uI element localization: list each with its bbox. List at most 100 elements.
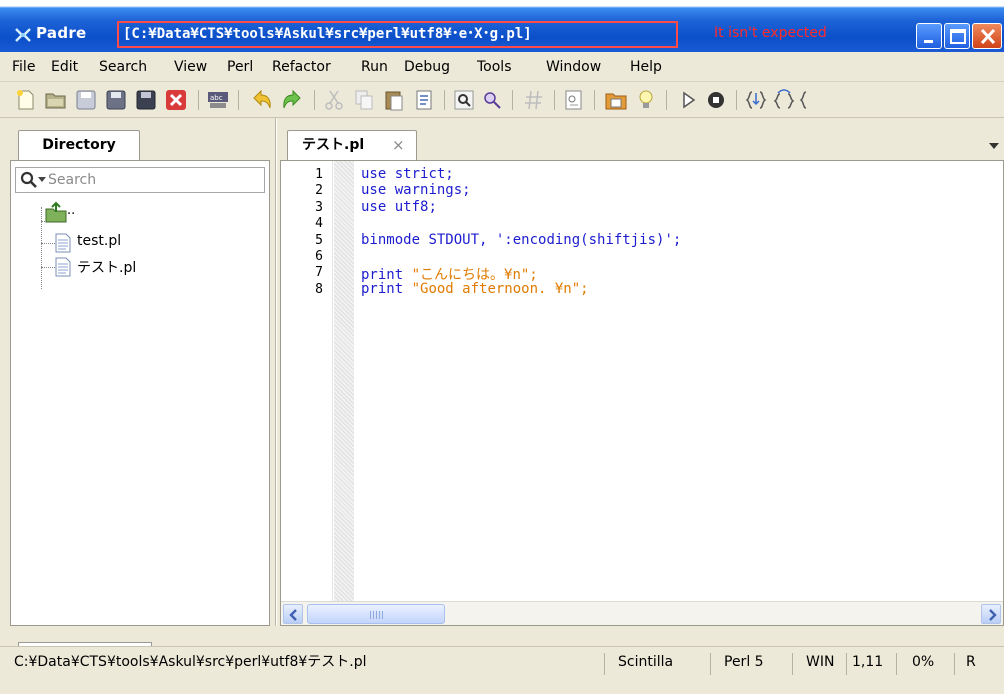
horizontal-scrollbar[interactable] <box>281 601 1003 625</box>
menu-debug[interactable]: Debug <box>404 59 450 75</box>
run-icon[interactable] <box>676 88 700 112</box>
code-editor[interactable]: 12345678 use strict; use warnings; use utf… <box>280 160 1004 626</box>
status-separator <box>954 653 955 675</box>
toolbar-separator <box>512 90 513 110</box>
tab-test-pl[interactable]: テスト.pl × <box>287 130 417 160</box>
search-icon[interactable] <box>20 171 38 189</box>
status-separator <box>792 653 793 675</box>
new-file-icon[interactable] <box>14 88 38 112</box>
toolbar-separator <box>198 90 199 110</box>
tab-directory[interactable]: Directory <box>18 130 140 160</box>
lightbulb-icon[interactable] <box>634 88 658 112</box>
document-tidy-icon[interactable] <box>562 88 586 112</box>
scroll-left-button[interactable] <box>283 604 303 624</box>
title-bar[interactable]: Padre [C:¥Data¥CTS¥tools¥Askul¥src¥perl¥… <box>0 0 1004 52</box>
code-line[interactable]: use strict; <box>361 166 454 182</box>
find-icon[interactable] <box>452 88 476 112</box>
chevron-right-icon <box>989 609 997 621</box>
line-number: 4 <box>315 216 323 232</box>
paste-icon[interactable] <box>382 88 406 112</box>
code-keyword: binmode <box>361 231 421 248</box>
code-keyword: use <box>361 198 387 215</box>
debug-step-over-icon[interactable] <box>772 88 796 112</box>
close-file-icon[interactable] <box>164 88 188 112</box>
tree-item-parent-folder[interactable]: .. <box>45 201 75 227</box>
menu-perl[interactable]: Perl <box>227 59 253 75</box>
code-line[interactable]: print "Good afternoon. ¥n"; <box>361 281 589 297</box>
menu-tools[interactable]: Tools <box>477 59 512 75</box>
stop-icon[interactable] <box>704 88 728 112</box>
menu-bar: File Edit Search View Perl Refactor Run … <box>0 52 1004 82</box>
perl-file-icon <box>55 233 71 253</box>
menu-edit[interactable]: Edit <box>51 59 78 75</box>
status-separator <box>710 653 711 675</box>
directory-panel: Directory .. <box>0 118 276 626</box>
debug-step-in-icon[interactable] <box>744 88 768 112</box>
fold-margin <box>334 161 354 601</box>
menu-view[interactable]: View <box>174 59 207 75</box>
status-file-path: C:¥Data¥CTS¥tools¥Askul¥src¥perl¥utf8¥テス… <box>14 654 367 670</box>
save-all-icon[interactable] <box>134 88 158 112</box>
open-folder-icon[interactable] <box>44 88 68 112</box>
code-keyword: use <box>361 182 387 199</box>
select-all-icon[interactable] <box>412 88 436 112</box>
folder-up-icon <box>45 201 67 223</box>
search-input[interactable] <box>48 171 258 189</box>
menu-refactor[interactable]: Refactor <box>272 59 331 75</box>
menu-help[interactable]: Help <box>630 59 662 75</box>
directory-search-box[interactable] <box>15 167 265 193</box>
status-mode: R <box>966 654 976 670</box>
code-string: "Good afternoon. ¥n"; <box>411 280 589 297</box>
cut-icon[interactable] <box>322 88 346 112</box>
maximize-button[interactable] <box>944 23 970 49</box>
close-window-button[interactable] <box>972 23 1002 49</box>
code-line[interactable]: use utf8; <box>361 199 437 215</box>
menu-window[interactable]: Window <box>546 59 601 75</box>
code-text: utf8; <box>386 198 437 215</box>
menu-file[interactable]: File <box>12 59 35 75</box>
debug-step-out-icon[interactable] <box>798 88 822 112</box>
status-editor: Scintilla <box>618 654 674 670</box>
menu-search[interactable]: Search <box>99 59 147 75</box>
status-position: 1,11 <box>852 654 884 670</box>
minimize-button[interactable] <box>916 23 942 49</box>
code-text: STDOUT, ':encoding(shiftjis)'; <box>420 231 682 248</box>
save-as-icon[interactable] <box>104 88 128 112</box>
spellcheck-icon[interactable]: abc <box>206 88 230 112</box>
padre-app-icon <box>15 28 31 42</box>
status-separator <box>846 653 847 675</box>
toolbar-separator <box>666 90 667 110</box>
svg-text:abc: abc <box>210 94 223 102</box>
code-line[interactable]: use warnings; <box>361 182 471 198</box>
status-newline[interactable]: WIN <box>806 647 834 689</box>
status-separator <box>896 653 897 675</box>
line-number: 8 <box>315 281 323 297</box>
replace-icon[interactable] <box>480 88 504 112</box>
tree-connector <box>41 207 42 289</box>
annotation-note: It isn't expected <box>714 25 827 41</box>
status-separator <box>604 653 605 675</box>
tree-item-file[interactable]: テスト.pl <box>55 257 136 277</box>
comment-hash-icon[interactable] <box>522 88 546 112</box>
scroll-right-button[interactable] <box>981 604 1001 624</box>
status-language[interactable]: Perl 5 <box>724 647 764 689</box>
menu-run[interactable]: Run <box>361 59 388 75</box>
scrollbar-thumb[interactable] <box>307 604 445 624</box>
chevron-down-icon[interactable] <box>38 177 46 183</box>
code-text: warnings; <box>386 182 471 199</box>
undo-icon[interactable] <box>250 88 274 112</box>
editor-area: テスト.pl × 12345678 use strict; use warning… <box>277 118 1004 626</box>
open-resource-icon[interactable] <box>604 88 628 112</box>
tree-connector <box>41 267 55 268</box>
save-icon[interactable] <box>74 88 98 112</box>
bottom-panel-strip <box>0 626 1004 648</box>
tree-item-label: .. <box>67 203 76 218</box>
redo-icon[interactable] <box>280 88 304 112</box>
copy-icon[interactable] <box>352 88 376 112</box>
tree-item-label: test.pl <box>77 233 122 249</box>
tab-list-chevron-icon[interactable] <box>989 142 999 150</box>
tab-label: テスト.pl <box>302 137 365 153</box>
tree-item-file[interactable]: test.pl <box>55 233 121 253</box>
code-line[interactable]: binmode STDOUT, ':encoding(shiftjis)'; <box>361 232 681 248</box>
close-tab-icon[interactable]: × <box>392 131 405 159</box>
